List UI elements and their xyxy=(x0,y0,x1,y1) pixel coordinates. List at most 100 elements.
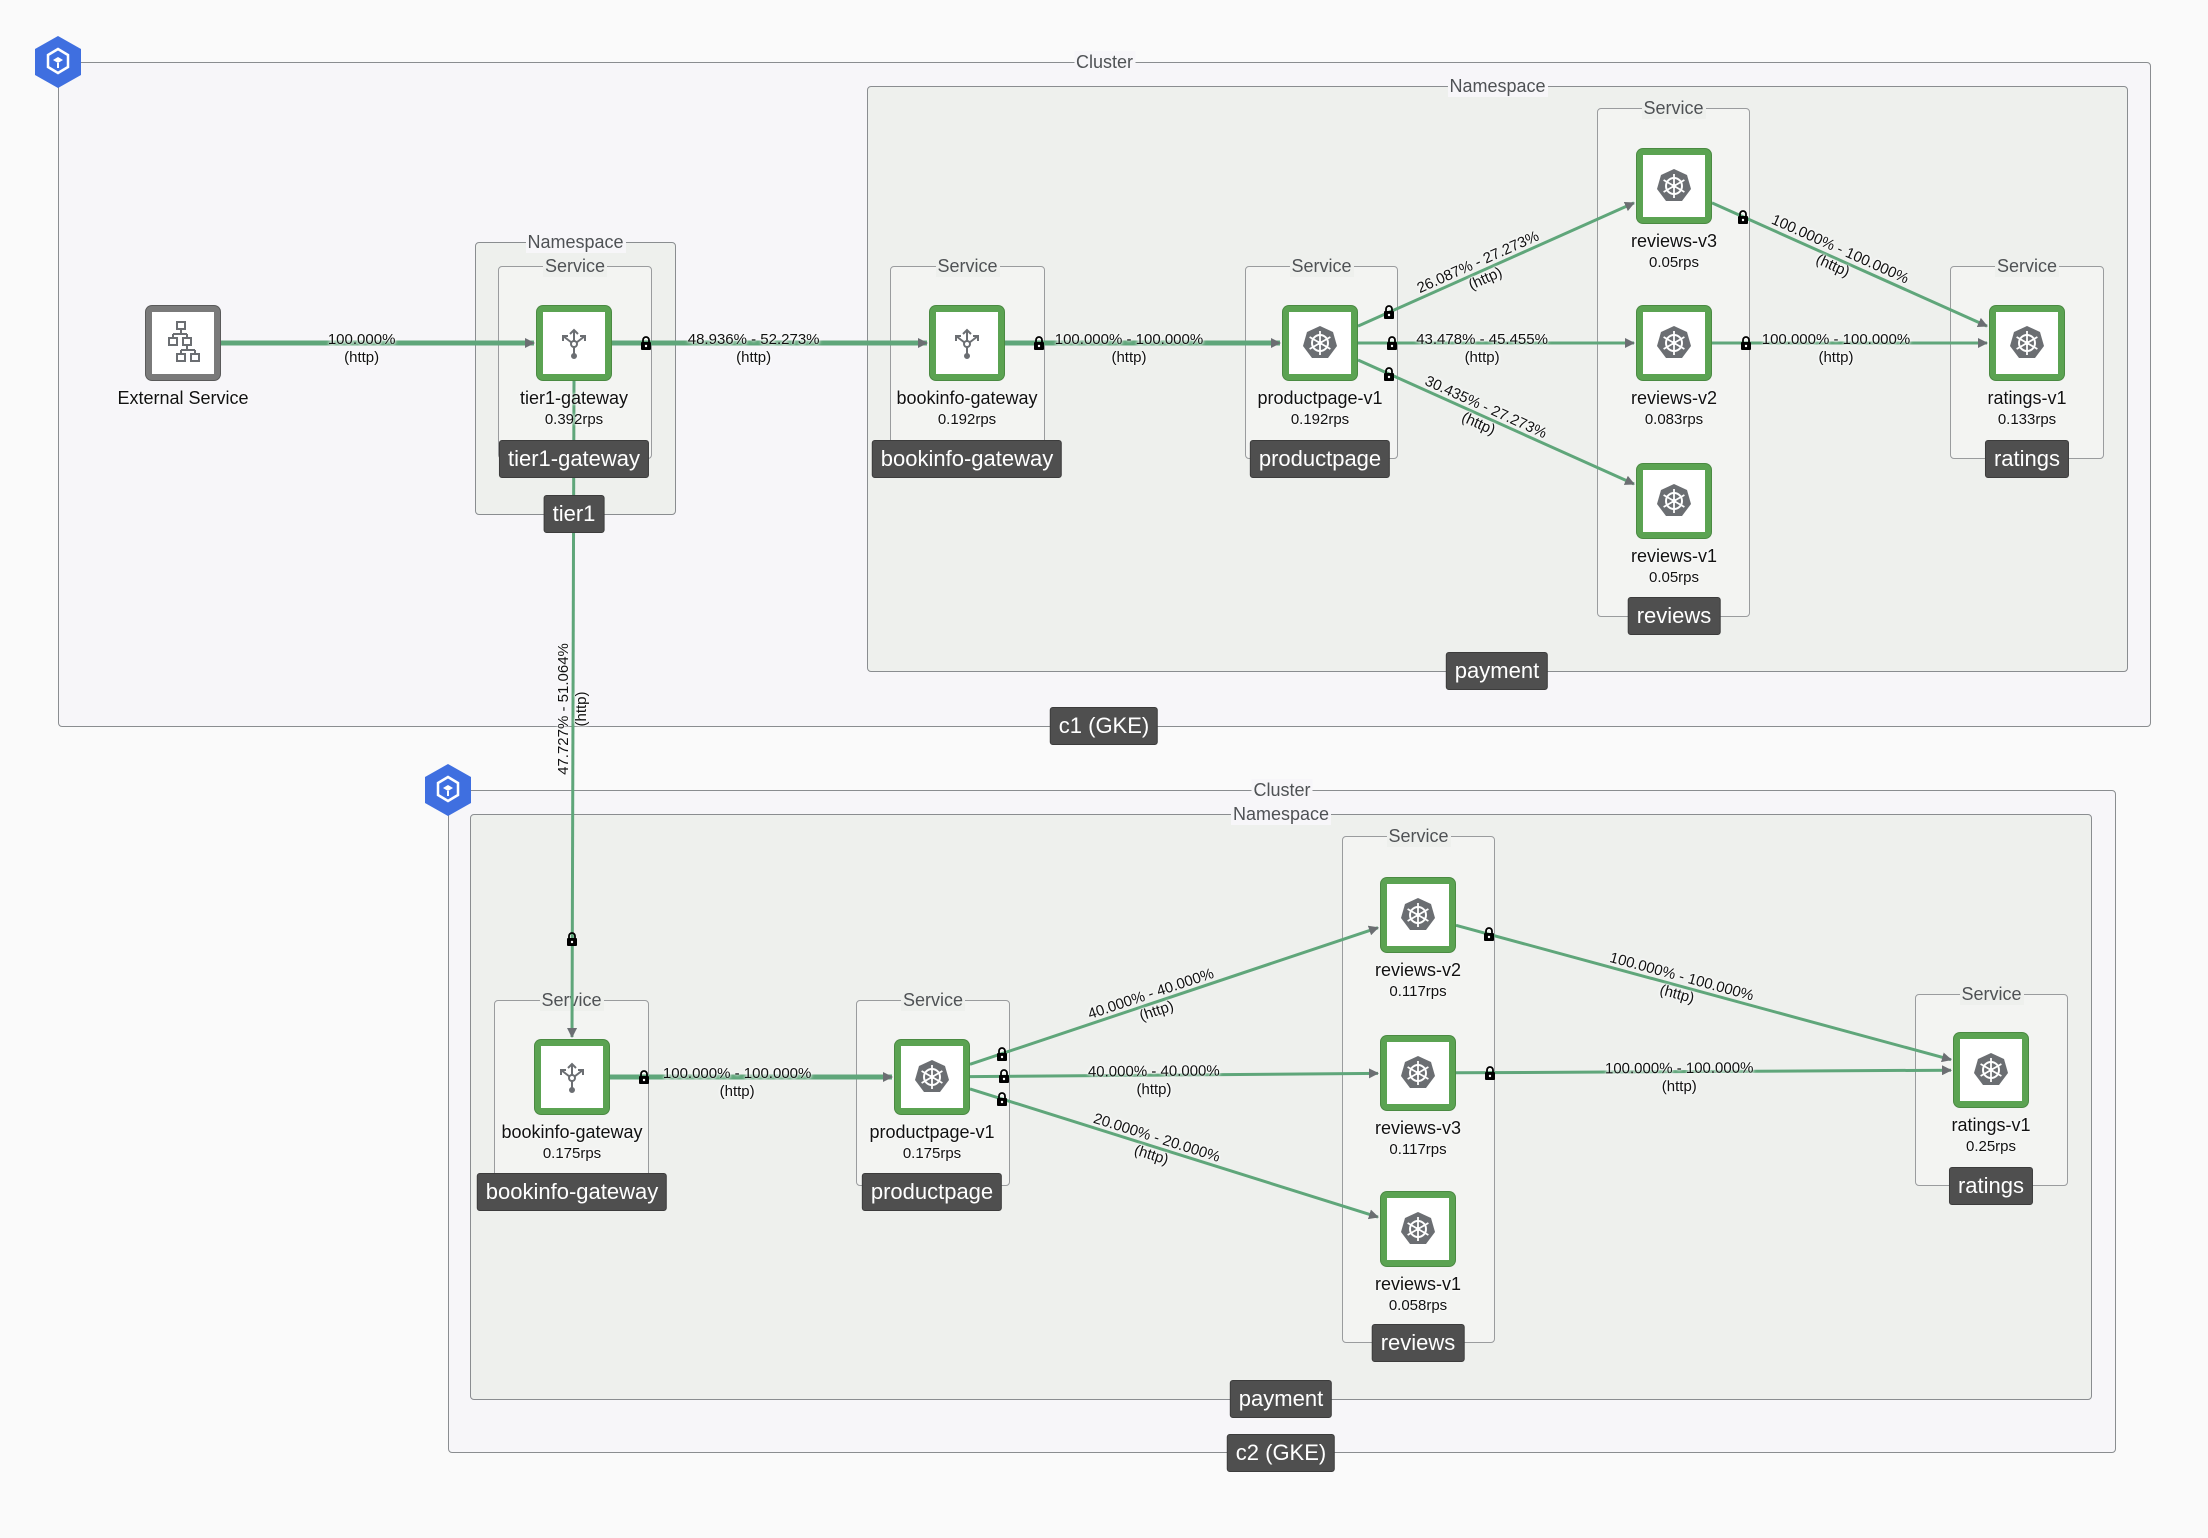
node-label: reviews-v3 xyxy=(1374,1118,1462,1138)
lock-icon xyxy=(566,931,578,946)
node-ratings-v1[interactable] xyxy=(1990,306,2064,380)
service-tag-productpage[interactable]: productpage xyxy=(861,1173,1003,1211)
edge-label: 47.727% - 51.064% (http) xyxy=(555,643,591,775)
edge-protocol: (http) xyxy=(1661,1077,1697,1095)
node-label: ratings-v1 xyxy=(1951,1115,2031,1135)
edge-percent: 40.000% - 40.000% xyxy=(1087,1062,1220,1081)
kubernetes-icon xyxy=(2008,324,2046,362)
node-reviews-v1[interactable] xyxy=(1381,1192,1455,1266)
node-label: reviews-v1 xyxy=(1374,1274,1462,1294)
cluster-icon[interactable] xyxy=(423,763,473,817)
edge-percent: 43.478% - 45.455% xyxy=(1416,331,1548,348)
node-rps: 0.05rps xyxy=(1648,254,1700,271)
lock-icon xyxy=(996,1092,1008,1107)
node-label: productpage-v1 xyxy=(1257,388,1383,408)
lock-icon xyxy=(638,1070,650,1084)
service-tag-tier1-gateway[interactable]: tier1-gateway xyxy=(498,440,650,478)
edge-protocol: (http) xyxy=(1818,349,1854,366)
node-bookinfo-gateway[interactable] xyxy=(930,306,1004,380)
edge-label: 100.000% - 100.000% (http) xyxy=(1055,331,1203,367)
edge-label: 100.000% - 100.000% (http) xyxy=(1605,1059,1754,1096)
external-service-icon xyxy=(163,319,203,367)
node-reviews-v3[interactable] xyxy=(1381,1036,1455,1110)
node-label: tier1-gateway xyxy=(519,388,629,408)
edge-label: 100.000% - 100.000% (http) xyxy=(1762,331,1910,367)
node-label: reviews-v2 xyxy=(1630,388,1718,408)
node-rps: 0.192rps xyxy=(1290,411,1350,428)
service-tag-bookinfo-gateway[interactable]: bookinfo-gateway xyxy=(871,440,1063,478)
lock-icon xyxy=(1740,336,1752,350)
lock-icon xyxy=(1033,336,1045,350)
edge-protocol: (http) xyxy=(1464,349,1500,366)
node-reviews-v2[interactable] xyxy=(1637,306,1711,380)
node-reviews-v2[interactable] xyxy=(1381,878,1455,952)
node-productpage-v1[interactable] xyxy=(1283,306,1357,380)
edge-percent: 100.000% - 100.000% xyxy=(1761,331,1911,348)
edge-label: 48.936% - 52.273% (http) xyxy=(688,331,820,367)
namespace-tag-payment[interactable]: payment xyxy=(1229,1380,1333,1418)
lock-icon xyxy=(1737,209,1749,224)
cluster-icon[interactable] xyxy=(33,35,83,89)
node-rps: 0.058rps xyxy=(1388,1297,1448,1314)
lock-icon xyxy=(1383,305,1395,320)
gateway-icon xyxy=(555,324,593,362)
edges-layer xyxy=(221,201,1988,1220)
service-tag-bookinfo-gateway[interactable]: bookinfo-gateway xyxy=(476,1173,668,1211)
edge-label: 43.478% - 45.455% (http) xyxy=(1416,331,1548,367)
node-tier1-gateway[interactable] xyxy=(537,306,611,380)
kubernetes-icon xyxy=(1655,482,1693,520)
node-rps: 0.175rps xyxy=(902,1145,962,1162)
lock-icon xyxy=(1383,367,1395,381)
edge-protocol: (http) xyxy=(572,691,590,727)
edge-protocol: (http) xyxy=(719,1083,755,1100)
kubernetes-icon xyxy=(913,1058,951,1096)
node-label: reviews-v2 xyxy=(1374,960,1462,980)
edge-label: 100.000% (http) xyxy=(328,331,396,367)
namespace-tag-payment[interactable]: payment xyxy=(1445,652,1549,690)
service-tag-ratings[interactable]: ratings xyxy=(1948,1167,2034,1205)
lock-icon xyxy=(1484,1065,1496,1080)
kubernetes-icon xyxy=(1399,1054,1437,1092)
namespace-tag-tier1[interactable]: tier1 xyxy=(543,495,605,533)
service-tag-productpage[interactable]: productpage xyxy=(1249,440,1391,478)
node-ratings-v1[interactable] xyxy=(1954,1033,2028,1107)
node-rps: 0.083rps xyxy=(1644,411,1704,428)
node-External Service[interactable] xyxy=(146,306,220,380)
cluster-tag-c1[interactable]: c1 (GKE) xyxy=(1049,707,1159,745)
node-rps: 0.117rps xyxy=(1389,983,1447,1000)
service-tag-ratings[interactable]: ratings xyxy=(1984,440,2070,478)
kubernetes-icon xyxy=(1655,167,1693,205)
lock-icon xyxy=(1483,927,1495,942)
node-label: reviews-v3 xyxy=(1630,231,1718,251)
lock-icon xyxy=(640,336,652,350)
kubernetes-icon xyxy=(1301,324,1339,362)
service-tag-reviews[interactable]: reviews xyxy=(1371,1324,1465,1362)
kubernetes-icon xyxy=(1399,1210,1437,1248)
node-rps: 0.392rps xyxy=(544,411,604,428)
node-rps: 0.175rps xyxy=(542,1145,602,1162)
kubernetes-icon xyxy=(1972,1051,2010,1089)
lock-icon xyxy=(1386,336,1398,350)
cluster-tag-c2[interactable]: c2 (GKE) xyxy=(1226,1434,1336,1472)
service-tag-reviews[interactable]: reviews xyxy=(1627,597,1721,635)
lock-icon xyxy=(996,1046,1008,1061)
lock-icon xyxy=(998,1069,1010,1084)
edge-protocol: (http) xyxy=(1135,1081,1172,1099)
node-reviews-v1[interactable] xyxy=(1637,464,1711,538)
edge-label: 100.000% - 100.000% (http) xyxy=(663,1065,811,1101)
node-label: reviews-v1 xyxy=(1630,546,1718,566)
edge-percent: 47.727% - 51.064% xyxy=(554,643,572,775)
node-reviews-v3[interactable] xyxy=(1637,149,1711,223)
node-bookinfo-gateway[interactable] xyxy=(535,1040,609,1114)
edge-protocol: (http) xyxy=(736,349,772,366)
edge-percent: 48.936% - 52.273% xyxy=(687,331,820,348)
node-rps: 0.05rps xyxy=(1648,569,1700,586)
node-rps: 0.117rps xyxy=(1389,1141,1447,1158)
edge-label: 40.000% - 40.000% (http) xyxy=(1087,1063,1219,1100)
edge-percent: 100.000% - 100.000% xyxy=(662,1065,812,1082)
node-label: bookinfo-gateway xyxy=(501,1122,643,1142)
node-label: ratings-v1 xyxy=(1987,388,2067,408)
edge-percent: 100.000% - 100.000% xyxy=(1604,1059,1754,1078)
node-productpage-v1[interactable] xyxy=(895,1040,969,1114)
node-label: productpage-v1 xyxy=(869,1122,995,1142)
